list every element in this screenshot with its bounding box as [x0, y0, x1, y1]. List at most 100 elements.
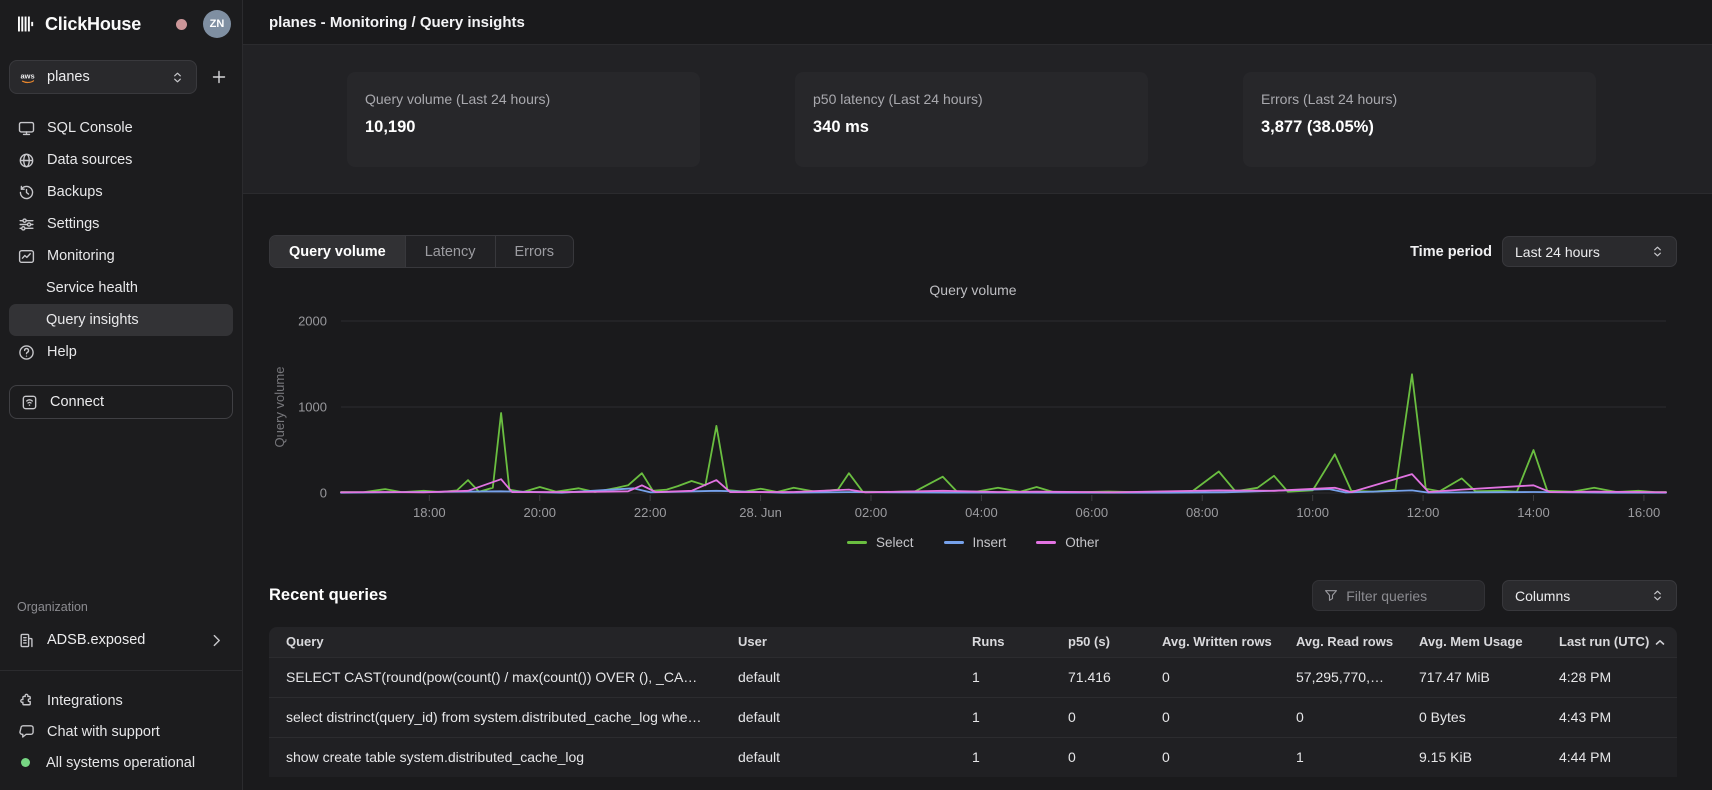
column-header-label: Query — [286, 634, 324, 649]
cell-runs: 1 — [955, 657, 1051, 697]
legend-swatch — [847, 541, 867, 544]
y-tick-label: 0 — [320, 486, 327, 501]
column-header-p50-s[interactable]: p50 (s) — [1051, 627, 1145, 657]
filter-queries-input[interactable] — [1346, 588, 1474, 604]
sidebar-item-label: Monitoring — [47, 248, 115, 264]
cell-avg-read-rows: 1 — [1279, 737, 1402, 777]
x-tick-label: 08:00 — [1186, 505, 1219, 520]
legend-item-select[interactable]: Select — [847, 535, 914, 550]
time-period-select[interactable]: Last 24 hours — [1502, 236, 1677, 267]
x-tick-label: 02:00 — [855, 505, 888, 520]
sidebar-item-help[interactable]: Help — [9, 336, 233, 368]
legend-item-insert[interactable]: Insert — [944, 535, 1007, 550]
connect-icon — [20, 394, 38, 411]
columns-select[interactable]: Columns — [1502, 580, 1677, 611]
table-row[interactable]: show create table system.distributed_cac… — [269, 737, 1677, 777]
sidebar-item-label: Settings — [47, 216, 99, 232]
chat-icon — [17, 723, 35, 740]
recent-queries-title: Recent queries — [269, 586, 387, 605]
sidebar-item-query-insights[interactable]: Query insights — [9, 304, 233, 336]
column-header-avg-mem-usage[interactable]: Avg. Mem Usage — [1402, 627, 1542, 657]
tab-errors[interactable]: Errors — [496, 236, 573, 267]
time-period-value: Last 24 hours — [1515, 244, 1640, 260]
cell-avg-written-rows: 0 — [1145, 697, 1279, 737]
tabs-row: Query volumeLatencyErrors Time period La… — [269, 235, 1677, 268]
sidebar-item-all-systems-operational[interactable]: All systems operational — [9, 747, 233, 778]
x-tick-label: 12:00 — [1407, 505, 1440, 520]
content: Query volumeLatencyErrors Time period La… — [269, 194, 1677, 777]
stat-card-errors-last-24-hours: Errors (Last 24 hours)3,877 (38.05%) — [1243, 72, 1596, 167]
cell-avg-mem-usage: 9.15 KiB — [1402, 737, 1542, 777]
sidebar-item-service-health[interactable]: Service health — [9, 272, 233, 304]
settings-icon — [17, 216, 35, 233]
recent-queries-table: QueryUserRunsp50 (s)Avg. Written rowsAvg… — [269, 627, 1677, 777]
building-icon — [17, 632, 35, 649]
sidebar-nav: SQL ConsoleData sourcesBackups Settings Mo… — [9, 112, 233, 368]
avatar[interactable]: ZN — [203, 10, 231, 38]
stat-value: 10,190 — [365, 118, 682, 137]
cell-last-run-utc: 4:44 PM — [1542, 737, 1677, 777]
table-row[interactable]: select distrinct(query_id) from system.d… — [269, 697, 1677, 737]
cell-avg-mem-usage: 0 Bytes — [1402, 697, 1542, 737]
sidebar-item-chat-with-support[interactable]: Chat with support — [9, 716, 233, 747]
table-header-row: QueryUserRunsp50 (s)Avg. Written rowsAvg… — [269, 627, 1677, 657]
column-header-avg-read-rows[interactable]: Avg. Read rows — [1279, 627, 1402, 657]
filter-icon — [1323, 589, 1338, 602]
recent-queries-header: Recent queries Columns — [269, 580, 1677, 611]
clickhouse-logo-icon — [17, 16, 35, 32]
organization-switcher[interactable]: ADSB.exposed — [9, 624, 233, 656]
chart-svg: 010002000Query volume18:0020:0022:0028. … — [269, 300, 1677, 524]
cell-p50-s: 71.416 — [1051, 657, 1145, 697]
cell-avg-mem-usage: 717.47 MiB — [1402, 657, 1542, 697]
monitoring-icon — [17, 248, 35, 265]
x-tick-label: 20:00 — [523, 505, 556, 520]
stat-card-query-volume-last-24-hours: Query volume (Last 24 hours) 10,190 — [347, 72, 700, 167]
presence-dot — [176, 19, 187, 30]
x-tick-label: 04:00 — [965, 505, 998, 520]
connect-button[interactable]: Connect — [9, 385, 233, 419]
sidebar-item-sql-console[interactable]: SQL Console — [9, 112, 233, 144]
cell-runs: 1 — [955, 737, 1051, 777]
aws-icon: aws — [20, 71, 38, 84]
stat-label: Errors (Last 24 hours) — [1261, 91, 1578, 107]
x-tick-label: 28. Jun — [739, 505, 782, 520]
chevron-updown-icon — [1648, 245, 1666, 258]
tab-latency[interactable]: Latency — [406, 236, 496, 267]
stat-label: Query volume (Last 24 hours) — [365, 91, 682, 107]
sidebar-item-label: Service health — [46, 280, 138, 296]
column-header-runs[interactable]: Runs — [955, 627, 1051, 657]
cell-last-run-utc: 4:28 PM — [1542, 657, 1677, 697]
sql-console-icon — [17, 120, 35, 137]
cell-last-run-utc: 4:43 PM — [1542, 697, 1677, 737]
column-header-avg-written-rows[interactable]: Avg. Written rows — [1145, 627, 1279, 657]
sidebar-item-backups[interactable]: Backups — [9, 176, 233, 208]
sidebar-item-data-sources[interactable]: Data sources — [9, 144, 233, 176]
cell-user: default — [721, 697, 955, 737]
column-header-last-run-utc[interactable]: Last run (UTC) — [1542, 627, 1677, 657]
sidebar-item-integrations[interactable]: Integrations — [9, 685, 233, 716]
legend-label: Select — [876, 535, 914, 550]
chevron-updown-icon — [168, 71, 186, 84]
cell-avg-written-rows: 0 — [1145, 657, 1279, 697]
legend-label: Other — [1065, 535, 1099, 550]
x-tick-label: 22:00 — [634, 505, 667, 520]
x-tick-label: 06:00 — [1076, 505, 1109, 520]
column-header-query[interactable]: Query — [269, 627, 721, 657]
sidebar-item-settings[interactable]: Settings — [9, 208, 233, 240]
status-dot — [21, 758, 30, 767]
topbar: planes - Monitoring / Query insights — [243, 0, 1712, 45]
legend-swatch — [1036, 541, 1056, 544]
stat-card-p50-latency-last-24-hours: p50 latency (Last 24 hours)340 ms — [795, 72, 1148, 167]
table-row[interactable]: SELECT CAST(round(pow(count() / max(coun… — [269, 657, 1677, 697]
x-tick-label: 18:00 — [413, 505, 446, 520]
cell-avg-read-rows: 0 — [1279, 697, 1402, 737]
sidebar-item-monitoring[interactable]: Monitoring — [9, 240, 233, 272]
sidebar: ClickHouse ZN aws planes SQL ConsoleData… — [0, 0, 243, 790]
tab-query-volume[interactable]: Query volume — [270, 236, 406, 267]
legend-item-other[interactable]: Other — [1036, 535, 1099, 550]
column-header-user[interactable]: User — [721, 627, 955, 657]
cell-runs: 1 — [955, 697, 1051, 737]
add-service-button[interactable] — [205, 63, 233, 91]
sidebar-item-label: Chat with support — [47, 724, 160, 740]
service-selector[interactable]: aws planes — [9, 60, 197, 94]
